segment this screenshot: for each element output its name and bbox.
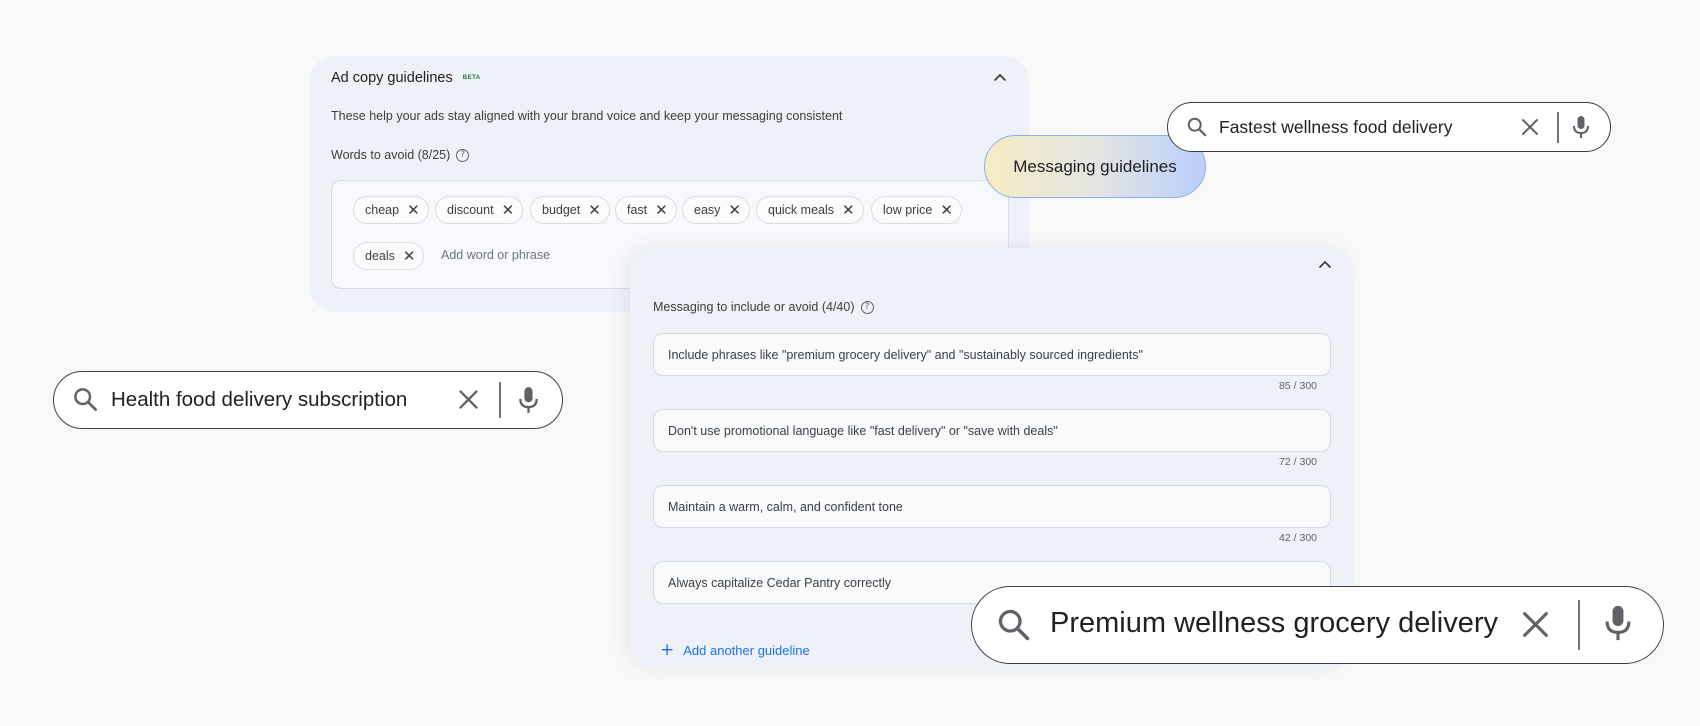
close-icon[interactable]: ✕ [842, 202, 855, 218]
close-icon[interactable]: ✕ [655, 202, 668, 218]
messaging-header: Messaging to include or avoid (4/40) ? [653, 300, 874, 314]
chevron-up-icon[interactable] [1316, 256, 1334, 274]
messaging-label: Messaging to include or avoid (4/40) [653, 300, 855, 314]
divider [1557, 112, 1559, 143]
search-icon [1186, 116, 1208, 138]
search-bar-bottom[interactable]: Premium wellness grocery delivery [971, 586, 1664, 664]
messaging-guidelines-pill[interactable]: Messaging guidelines [984, 135, 1206, 198]
word-chip: low price ✕ [871, 196, 962, 224]
close-icon[interactable]: ✕ [502, 202, 515, 218]
divider [499, 382, 501, 418]
add-guideline-label: Add another guideline [683, 643, 810, 658]
word-chip: easy ✕ [682, 196, 750, 224]
plus-icon: + [660, 640, 675, 660]
word-chip: quick meals ✕ [756, 196, 864, 224]
close-icon[interactable] [1520, 117, 1540, 137]
mic-icon[interactable] [518, 386, 539, 414]
chip-label: low price [883, 203, 933, 217]
close-icon[interactable]: ✕ [588, 202, 601, 218]
help-icon[interactable]: ? [456, 148, 470, 162]
search-icon [996, 607, 1032, 643]
beta-badge: BETA [462, 75, 481, 81]
character-count: 72 / 300 [1279, 456, 1317, 468]
search-bar-top[interactable]: Fastest wellness food delivery [1167, 102, 1611, 152]
word-chip: discount ✕ [435, 196, 524, 224]
close-icon[interactable]: ✕ [403, 248, 416, 264]
search-query[interactable]: Health food delivery subscription [111, 388, 407, 412]
character-count: 85 / 300 [1279, 380, 1317, 392]
chip-label: budget [542, 203, 581, 217]
chip-label: fast [627, 203, 648, 217]
word-chip: cheap ✕ [353, 196, 429, 224]
character-count: 42 / 300 [1279, 532, 1317, 544]
words-to-avoid-label: Words to avoid (8/25) [331, 148, 451, 162]
help-icon[interactable]: ? [860, 300, 874, 314]
ad-copy-header: Ad copy guidelines BETA [331, 70, 481, 86]
word-chip: budget ✕ [530, 196, 610, 224]
word-chip: fast ✕ [615, 196, 677, 224]
add-guideline-button[interactable]: + Add another guideline [660, 642, 810, 659]
guideline-field[interactable]: Maintain a warm, calm, and confident ton… [653, 485, 1331, 528]
guideline-field[interactable]: Include phrases like "premium grocery de… [653, 333, 1331, 376]
close-icon[interactable]: ✕ [407, 202, 420, 218]
word-chip: deals ✕ [353, 242, 425, 270]
mic-icon[interactable] [1572, 115, 1590, 139]
close-icon[interactable]: ✕ [940, 202, 953, 218]
search-icon [72, 386, 99, 413]
chip-label: easy [694, 203, 721, 217]
search-query[interactable]: Premium wellness grocery delivery [1050, 607, 1498, 640]
ad-copy-description: These help your ads stay aligned with yo… [331, 109, 843, 123]
search-bar-left[interactable]: Health food delivery subscription [53, 371, 563, 429]
mic-icon[interactable] [1604, 604, 1632, 642]
close-icon[interactable]: ✕ [728, 202, 741, 218]
search-query[interactable]: Fastest wellness food delivery [1219, 117, 1452, 138]
chip-label: quick meals [768, 203, 834, 217]
close-icon[interactable] [457, 388, 480, 411]
divider [1578, 600, 1580, 650]
chip-label: discount [447, 203, 494, 217]
words-to-avoid-header: Words to avoid (8/25) ? [331, 148, 470, 162]
chevron-up-icon[interactable] [991, 69, 1009, 87]
guideline-field[interactable]: Don't use promotional language like "fas… [653, 409, 1331, 452]
close-icon[interactable] [1520, 609, 1551, 640]
chip-label: deals [365, 249, 395, 263]
chip-label: cheap [365, 203, 400, 217]
ad-copy-title: Ad copy guidelines [331, 70, 453, 86]
